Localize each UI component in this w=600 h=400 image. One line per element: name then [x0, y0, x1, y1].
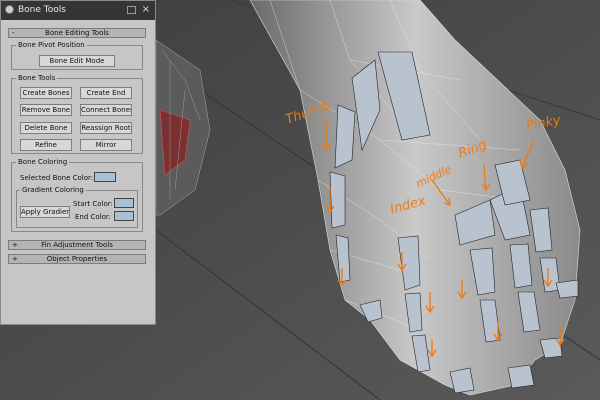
panel-title: Bone Tools [18, 5, 66, 15]
group-bone-coloring: Bone Coloring Selected Bone Color: Gradi… [11, 158, 143, 232]
panel-titlebar[interactable]: Bone Tools × [1, 1, 155, 20]
start-color-label: Start Color: [73, 200, 113, 208]
group-gradient-coloring: Gradient Coloring Apply Gradient Start C… [16, 186, 138, 228]
expand-icon: + [12, 255, 18, 263]
mirror-button[interactable]: Mirror [80, 139, 132, 151]
group-title: Bone Pivot Position [16, 41, 87, 49]
end-color-label: End Color: [75, 213, 112, 221]
start-color-swatch[interactable] [114, 198, 134, 208]
rollout-bone-editing-tools[interactable]: - Bone Editing Tools [8, 28, 146, 38]
group-bone-pivot: Bone Pivot Position Bone Edit Mode [11, 41, 143, 70]
rollout-label: Fin Adjustment Tools [41, 241, 113, 249]
create-end-button[interactable]: Create End [80, 87, 132, 99]
delete-bone-button[interactable]: Delete Bone [20, 122, 72, 134]
expand-icon: + [12, 241, 18, 249]
selected-bone-color-swatch[interactable] [94, 172, 116, 182]
collapse-icon: - [12, 29, 15, 37]
app-icon [5, 5, 14, 14]
end-color-swatch[interactable] [114, 211, 134, 221]
refine-button[interactable]: Refine [20, 139, 72, 151]
group-bone-tools: Bone Tools Create Bones Create End Remov… [11, 74, 143, 154]
close-icon[interactable]: × [142, 4, 150, 15]
bone-tools-panel: Bone Tools × - Bone Editing Tools Bone P… [0, 0, 156, 325]
minimize-icon[interactable] [127, 6, 136, 14]
rollout-object-properties[interactable]: + Object Properties [8, 254, 146, 264]
rollout-fin-adjustment-tools[interactable]: + Fin Adjustment Tools [8, 240, 146, 250]
create-bones-button[interactable]: Create Bones [20, 87, 72, 99]
selected-bone-color-label: Selected Bone Color: [20, 174, 94, 182]
rollout-label: Object Properties [46, 255, 108, 263]
bone-edit-mode-button[interactable]: Bone Edit Mode [39, 55, 115, 67]
apply-gradient-button[interactable]: Apply Gradient [20, 206, 70, 218]
group-title: Bone Coloring [16, 158, 70, 166]
remove-bone-button[interactable]: Remove Bone [20, 104, 72, 116]
group-title: Bone Tools [16, 74, 58, 82]
group-title: Gradient Coloring [20, 186, 86, 194]
rollout-label: Bone Editing Tools [45, 29, 109, 37]
reassign-root-button[interactable]: Reassign Root [80, 122, 132, 134]
connect-bones-button[interactable]: Connect Bones [80, 104, 132, 116]
